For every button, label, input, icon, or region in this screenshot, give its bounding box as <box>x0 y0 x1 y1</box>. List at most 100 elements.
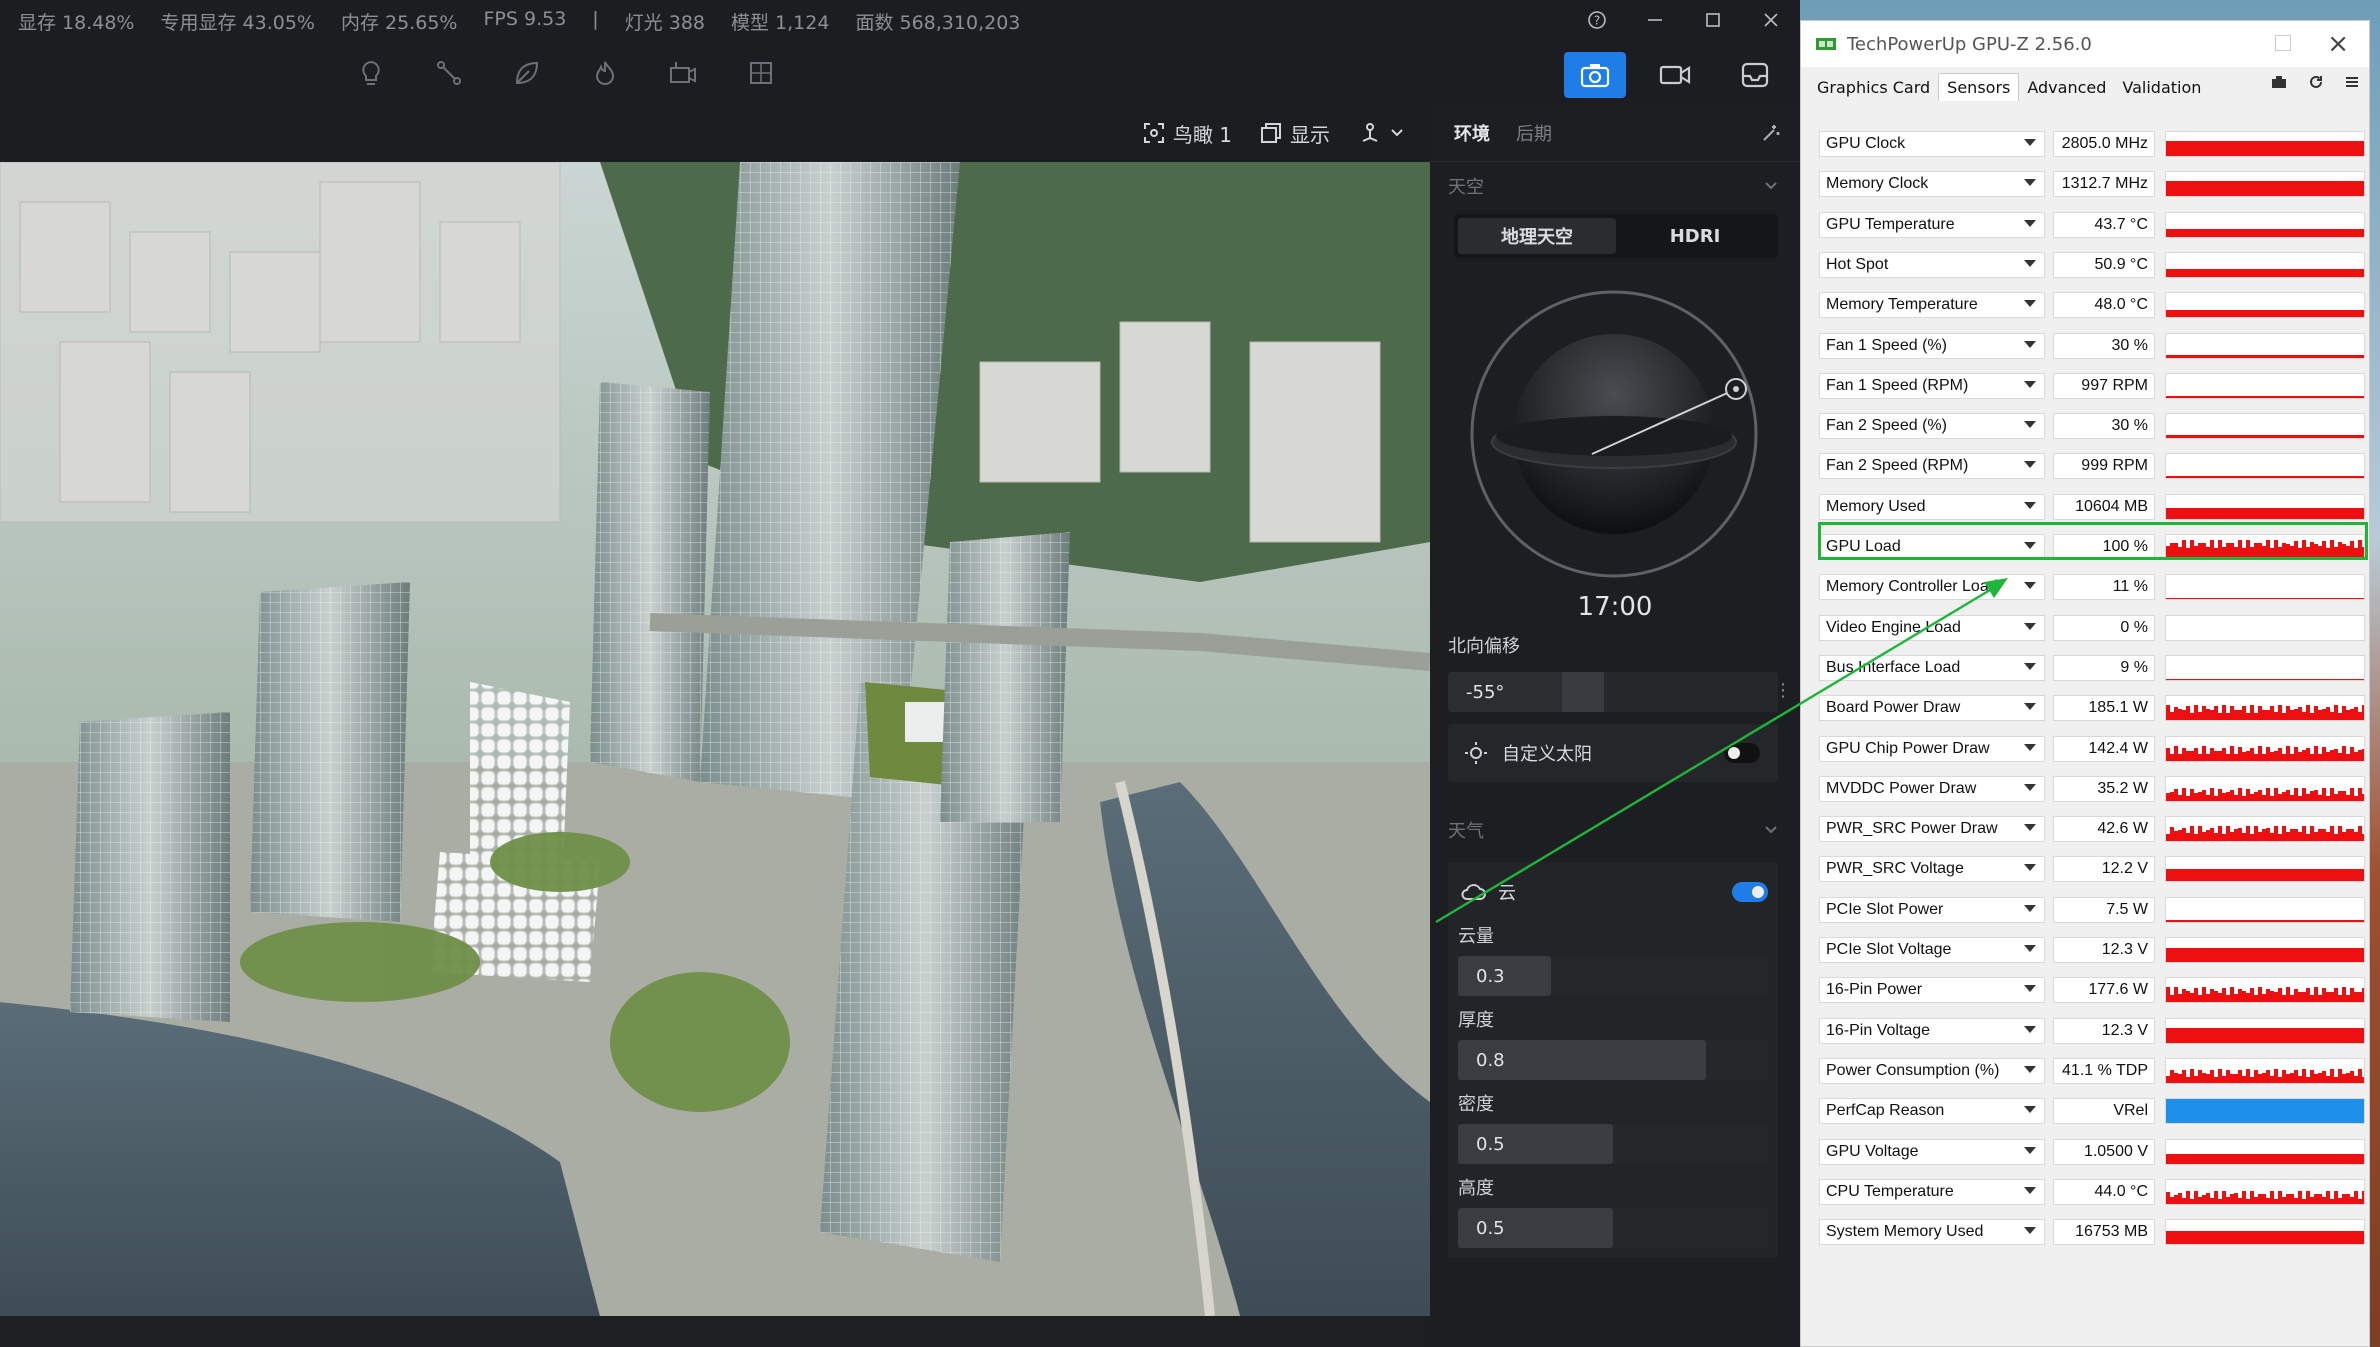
dropdown-arrow-icon[interactable] <box>2024 421 2036 429</box>
cloud-slider[interactable]: 0.5 <box>1458 1208 1768 1248</box>
dropdown-arrow-icon[interactable] <box>2024 139 2036 146</box>
dropdown-arrow-icon[interactable] <box>2024 1186 2036 1194</box>
graph-bar <box>2362 833 2364 842</box>
sensor-name[interactable]: Memory Controller Load <box>1819 574 2045 601</box>
dropdown-arrow-icon[interactable] <box>2024 1065 2036 1073</box>
sensor-name[interactable]: System Memory Used <box>1819 1219 2045 1246</box>
maximize-icon[interactable] <box>2275 35 2291 51</box>
menu-icon[interactable] <box>2345 75 2359 93</box>
sky-option-hdri[interactable]: HDRI <box>1616 218 1774 254</box>
north-offset-slider[interactable]: -55° ⋮ <box>1448 672 1792 712</box>
dropdown-arrow-icon[interactable] <box>2024 1106 2036 1114</box>
dropdown-arrow-icon[interactable] <box>2024 662 2036 670</box>
cloud-slider[interactable]: 0.5 <box>1458 1124 1768 1164</box>
sensor-name[interactable]: GPU Voltage <box>1819 1138 2045 1165</box>
sensor-name[interactable]: Bus Interface Load <box>1819 654 2045 681</box>
tab-post-processing[interactable]: 后期 <box>1516 120 1552 146</box>
bulb-icon[interactable] <box>356 58 386 88</box>
dropdown-arrow-icon[interactable] <box>2024 582 2036 590</box>
dropdown-arrow-icon[interactable] <box>2024 542 2036 549</box>
more-icon[interactable]: ⋮ <box>1774 680 1792 701</box>
dropdown-arrow-icon[interactable] <box>2024 864 2036 872</box>
sensor-name[interactable]: PCIe Slot Voltage <box>1819 937 2045 963</box>
dropdown-arrow-icon[interactable] <box>2024 1146 2036 1154</box>
dropdown-arrow-icon[interactable] <box>2024 501 2036 509</box>
north-offset-thumb[interactable] <box>1562 672 1604 712</box>
fire-icon[interactable] <box>590 58 620 88</box>
sun-dial[interactable] <box>1464 284 1764 584</box>
sensor-name[interactable]: GPU Temperature <box>1819 211 2045 238</box>
dropdown-arrow-icon[interactable] <box>2024 1227 2036 1235</box>
sensor-name[interactable]: Memory Clock <box>1819 171 2045 198</box>
sensor-name[interactable]: PCIe Slot Power <box>1819 896 2045 923</box>
camera-view-selector[interactable]: 鸟瞰 1 <box>1143 119 1232 148</box>
sensor-name[interactable]: GPU Clock <box>1819 131 2045 157</box>
tab-validation[interactable]: Validation <box>2114 74 2209 101</box>
cloud-slider[interactable]: 0.3 <box>1458 956 1768 996</box>
sensor-name[interactable]: PerfCap Reason <box>1819 1098 2045 1125</box>
tab-graphics-card[interactable]: Graphics Card <box>1809 74 1938 101</box>
help-icon[interactable]: ? <box>1568 0 1626 40</box>
display-menu[interactable]: 显示 <box>1260 119 1330 148</box>
dropdown-arrow-icon[interactable] <box>2024 904 2036 912</box>
cloud-toggle[interactable] <box>1732 882 1768 902</box>
navigation-menu[interactable] <box>1358 121 1404 145</box>
dropdown-arrow-icon[interactable] <box>2024 1025 2036 1033</box>
video-mode-button[interactable] <box>1644 52 1706 98</box>
dropdown-arrow-icon[interactable] <box>2024 743 2036 751</box>
close-icon[interactable]: × <box>2327 29 2349 59</box>
sensor-name[interactable]: Power Consumption (%) <box>1819 1057 2045 1084</box>
scene-viewport[interactable]: 鸟瞰 1 显示 <box>0 104 1430 1316</box>
sensor-name[interactable]: Memory Temperature <box>1819 292 2045 319</box>
sensor-name[interactable]: Fan 2 Speed (%) <box>1819 413 2045 440</box>
sensor-name[interactable]: GPU Load <box>1819 534 2045 560</box>
dropdown-arrow-icon[interactable] <box>2024 340 2036 348</box>
sensor-name[interactable]: Video Engine Load <box>1819 614 2045 641</box>
custom-sun-toggle[interactable] <box>1724 743 1760 763</box>
dropdown-arrow-icon[interactable] <box>2024 380 2036 388</box>
sensor-name[interactable]: GPU Chip Power Draw <box>1819 735 2045 762</box>
dropdown-arrow-icon[interactable] <box>2024 783 2036 791</box>
dropdown-arrow-icon[interactable] <box>2024 945 2036 952</box>
dropdown-arrow-icon[interactable] <box>2024 461 2036 469</box>
dropdown-arrow-icon[interactable] <box>2024 300 2036 308</box>
dropdown-arrow-icon[interactable] <box>2024 259 2036 267</box>
dropdown-arrow-icon[interactable] <box>2024 824 2036 832</box>
refresh-icon[interactable] <box>2309 75 2323 93</box>
camera-icon[interactable] <box>2271 75 2287 93</box>
magic-wand-icon[interactable] <box>1760 122 1782 149</box>
tab-advanced[interactable]: Advanced <box>2019 74 2114 101</box>
sensor-name[interactable]: Fan 2 Speed (RPM) <box>1819 453 2045 480</box>
sensor-name[interactable]: 16-Pin Power <box>1819 977 2045 1004</box>
leaf-icon[interactable] <box>512 58 542 88</box>
sky-option-geographic[interactable]: 地理天空 <box>1458 218 1616 254</box>
tab-environment[interactable]: 环境 <box>1454 120 1490 146</box>
sensor-name[interactable]: Fan 1 Speed (%) <box>1819 332 2045 359</box>
sensor-name[interactable]: 16-Pin Voltage <box>1819 1017 2045 1044</box>
dropdown-arrow-icon[interactable] <box>2024 703 2036 711</box>
close-icon[interactable] <box>1742 0 1800 40</box>
cloud-slider[interactable]: 0.8 <box>1458 1040 1768 1080</box>
sky-section-header[interactable]: 天空 <box>1430 162 1800 210</box>
inbox-mode-button[interactable] <box>1724 52 1786 98</box>
grid-icon[interactable] <box>746 58 776 88</box>
camera-mount-icon[interactable] <box>668 58 698 88</box>
tab-sensors[interactable]: Sensors <box>1938 73 2020 101</box>
minimize-icon[interactable] <box>1626 0 1684 40</box>
sensor-name[interactable]: Hot Spot <box>1819 251 2045 278</box>
sensor-name[interactable]: MVDDC Power Draw <box>1819 775 2045 802</box>
sensor-name[interactable]: CPU Temperature <box>1819 1178 2045 1205</box>
dropdown-arrow-icon[interactable] <box>2024 622 2036 630</box>
sensor-name[interactable]: PWR_SRC Voltage <box>1819 856 2045 883</box>
sensor-name[interactable]: Memory Used <box>1819 493 2045 520</box>
sensor-name[interactable]: PWR_SRC Power Draw <box>1819 816 2045 843</box>
weather-section-header[interactable]: 天气 <box>1430 806 1800 854</box>
dropdown-arrow-icon[interactable] <box>2024 179 2036 187</box>
maximize-icon[interactable] <box>1684 0 1742 40</box>
path-icon[interactable] <box>434 58 464 88</box>
dropdown-arrow-icon[interactable] <box>2024 985 2036 993</box>
sensor-name[interactable]: Board Power Draw <box>1819 695 2045 722</box>
sensor-name[interactable]: Fan 1 Speed (RPM) <box>1819 372 2045 399</box>
dropdown-arrow-icon[interactable] <box>2024 219 2036 227</box>
photo-mode-button[interactable] <box>1564 52 1626 98</box>
